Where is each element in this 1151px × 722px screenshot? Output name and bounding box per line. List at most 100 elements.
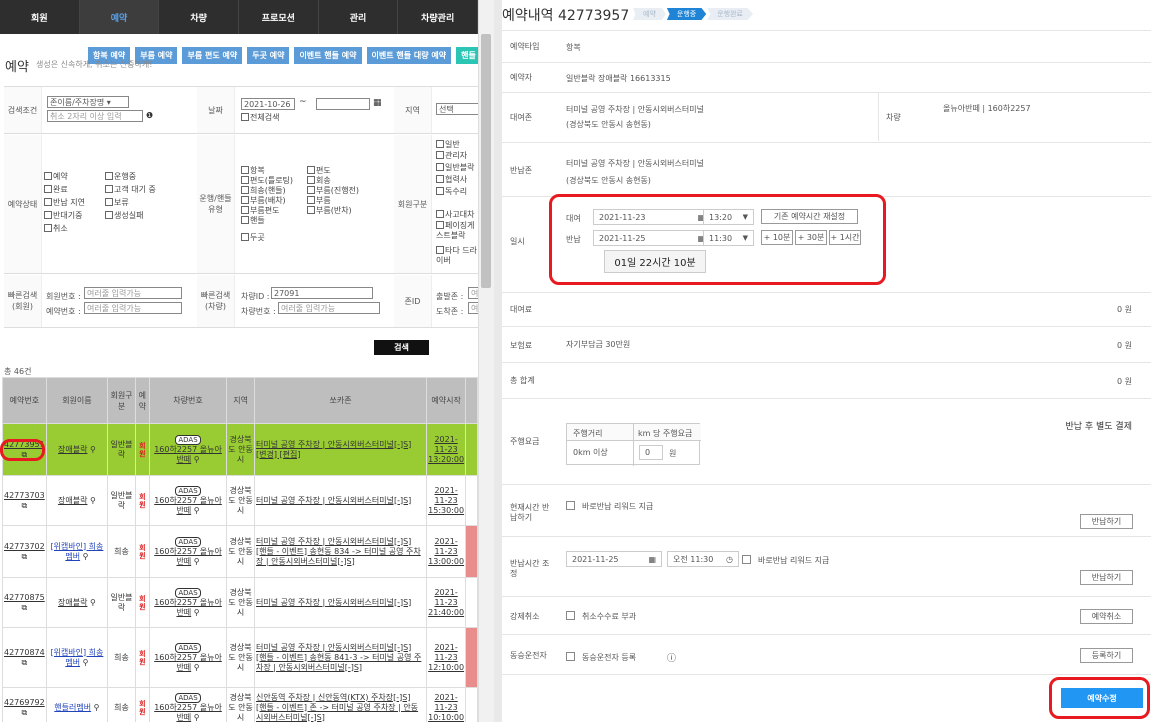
nav-member[interactable]: 회원 (0, 0, 80, 34)
nav-car-admin[interactable]: 차량관리 (398, 0, 478, 34)
search-icon[interactable]: ⚲ (194, 557, 200, 566)
co-driver-checkbox[interactable] (566, 652, 575, 661)
socar-zone[interactable]: 신안동역 주차장 | 신안동역(KTX) 주차장[-]S] [핸들 - 이벤트] … (253, 687, 428, 722)
type-checkbox[interactable]: 두곳 (241, 232, 265, 243)
car-number[interactable]: ADAS 160하2257 올뉴아반떼 ⚲ (148, 525, 228, 578)
member-checkbox[interactable]: 일반블락 (436, 162, 474, 173)
car-number[interactable]: ADAS 160하2257 올뉴아반떼 ⚲ (148, 627, 228, 688)
cancel-reservation-button[interactable]: 예약취소 (1080, 609, 1133, 624)
car-no-input[interactable]: 여러줄 입력가능 (278, 302, 380, 314)
reservation-id-link[interactable]: 42773703 ⧉ (2, 475, 47, 526)
search-icon[interactable]: ⚲ (194, 455, 200, 464)
table-row[interactable]: 42769792 ⧉ 핸들러멤버 ⚲ 희송 회원 ADAS 160하2257 올뉴아반떼 ⚲… (2, 687, 478, 722)
status-checkbox[interactable]: 운행중 (105, 171, 136, 182)
table-row[interactable]: 42773951 ⧉ 장애블락 ⚲ 일반블락 회원 ADAS 160하2257 올뉴아반떼 … (2, 423, 478, 476)
cond-input[interactable]: 취소 2자리 이상 입력 (47, 110, 143, 122)
status-checkbox[interactable]: 생성실패 (105, 210, 143, 221)
search-icon[interactable]: ⚲ (194, 713, 200, 722)
external-link-icon[interactable]: ⧉ (22, 552, 28, 561)
status-checkbox[interactable]: 예약 (44, 171, 68, 182)
adjust-date-input[interactable]: 2021-11-25 ▦ (566, 551, 662, 567)
nav-promotion[interactable]: 프로모션 (239, 0, 319, 34)
calendar-icon[interactable]: ▦ (373, 98, 382, 108)
socar-zone[interactable]: 터미널 공영 주차장 | 안동시외버스터미널[-]S] [핸들 - 이벤트] 송현… (253, 627, 428, 688)
search-icon[interactable]: ⚲ (90, 496, 96, 505)
drive-fee-input[interactable]: 0 (639, 445, 663, 460)
search-icon[interactable]: ⚲ (83, 552, 89, 561)
reservation-id-link[interactable]: 42770874 ⧉ (2, 627, 47, 688)
status-checkbox[interactable]: 보류 (105, 197, 129, 208)
arr-zone-input[interactable]: 여러 (468, 302, 478, 314)
call-oneway-reservation-button[interactable]: 부름 편도 예약 (182, 47, 243, 64)
external-link-icon[interactable]: ⧉ (22, 658, 28, 667)
clock-icon[interactable]: ◷ (726, 555, 733, 564)
member-checkbox[interactable]: 사고대차 (436, 209, 474, 220)
region-select[interactable]: 선택 (436, 103, 478, 115)
cancel-fee-checkbox[interactable] (566, 611, 575, 620)
scrollbar-thumb[interactable] (481, 34, 491, 288)
status-checkbox[interactable]: 완료 (44, 184, 68, 195)
type-checkbox[interactable]: 핸들 (241, 215, 265, 226)
table-row[interactable]: 42773703 ⧉ 장애블락 ⚲ 일반블락 회원 ADAS 160하2257 올뉴아반떼 … (2, 475, 478, 526)
type-checkbox[interactable]: 부름(반차) (307, 205, 352, 216)
car-number[interactable]: ADAS 160하2257 올뉴아반떼 ⚲ (148, 423, 228, 476)
member-name[interactable]: 장애블락 ⚲ (45, 577, 109, 628)
cond-select[interactable]: 존이름/주차장명 ▾ (47, 96, 129, 108)
member-name[interactable]: 장애블락 ⚲ (45, 475, 109, 526)
car-id-input[interactable]: 27091 (271, 287, 373, 299)
two-place-reservation-button[interactable]: 두곳 예약 (247, 47, 290, 64)
car-number[interactable]: ADAS 160하2257 올뉴아반떼 ⚲ (148, 475, 228, 526)
return-now-button[interactable]: 반납하기 (1080, 514, 1133, 529)
status-checkbox[interactable]: 반납 지연 (44, 197, 85, 208)
handle-button[interactable]: 핸들 (456, 47, 478, 64)
reward-checkbox[interactable] (566, 501, 575, 510)
adjust-time-input[interactable]: 오전 11:30 ◷ (667, 551, 739, 567)
date-from[interactable]: 2021-10-26 (241, 98, 295, 110)
register-co-driver-button[interactable]: 등록하기 (1080, 648, 1133, 663)
socar-zone[interactable]: 터미널 공영 주차장 | 안동시외버스터미널[-]S] (253, 577, 428, 628)
member-checkbox[interactable]: 관리자 (436, 150, 467, 161)
member-checkbox[interactable]: 일반 (436, 139, 460, 150)
all-search-checkbox[interactable]: 전체검색 (241, 112, 279, 123)
socar-zone[interactable]: 터미널 공영 주차장 | 안동시외버스터미널[-]S] [핸들 - 이벤트] 송현… (253, 525, 428, 578)
help-icon[interactable]: ⓘ (667, 651, 676, 664)
search-icon[interactable]: ⚲ (90, 445, 96, 454)
search-button[interactable]: 검색 (374, 340, 429, 355)
status-checkbox[interactable]: 고객 대기 중 (105, 184, 156, 195)
external-link-icon[interactable]: ⧉ (22, 708, 28, 717)
nav-car[interactable]: 차량 (159, 0, 240, 34)
search-icon[interactable]: ⚲ (194, 663, 200, 672)
member-checkbox[interactable]: 독수리 (436, 186, 467, 197)
member-checkbox[interactable]: 타다 드라이버 (436, 246, 478, 266)
adjust-reward-checkbox[interactable] (742, 555, 751, 564)
event-handle-bulk-button[interactable]: 이벤트 핸들 대량 예약 (366, 47, 452, 64)
search-icon[interactable]: ⚲ (194, 506, 200, 515)
member-name[interactable]: 핸들러멤버 ⚲ (45, 687, 109, 722)
car-number[interactable]: ADAS 160하2257 올뉴아반떼 ⚲ (148, 577, 228, 628)
member-no-input[interactable]: 여러줄 입력가능 (84, 287, 182, 299)
status-checkbox[interactable]: 반대기중 (44, 210, 82, 221)
search-icon[interactable]: ⚲ (94, 703, 100, 712)
search-icon[interactable]: ⚲ (83, 658, 89, 667)
res-no-input[interactable]: 여러줄 입력가능 (84, 302, 182, 314)
adjust-return-button[interactable]: 반납하기 (1080, 570, 1133, 585)
dep-zone-input[interactable]: 여러 (468, 287, 478, 299)
calendar-icon[interactable]: ▦ (648, 555, 656, 564)
socar-zone[interactable]: 터미널 공영 주차장 | 안동시외버스터미널[-]S] (253, 475, 428, 526)
nav-reservation[interactable]: 예약 (79, 0, 160, 34)
member-checkbox[interactable]: 협력사 (436, 174, 467, 185)
reservation-id-link[interactable]: 42769792 ⧉ (2, 687, 47, 722)
table-row[interactable]: 42773702 ⧉ [위캡바인] 희송멤버 ⚲ 희송 회원 ADAS 160하2257 올… (2, 525, 478, 578)
search-icon[interactable]: ⚲ (194, 608, 200, 617)
reservation-id-link[interactable]: 42770875 ⧉ (2, 577, 47, 628)
search-icon[interactable]: ⚲ (90, 598, 96, 607)
date-to[interactable] (316, 98, 370, 110)
external-link-icon[interactable]: ⧉ (22, 501, 28, 510)
status-checkbox[interactable]: 취소 (44, 223, 68, 234)
event-handle-reservation-button[interactable]: 이벤트 핸들 예약 (294, 47, 362, 64)
socar-zone[interactable]: 터미널 공영 주차장 | 안동시외버스터미널[-]S] [변경] [편집] (253, 423, 428, 476)
table-row[interactable]: 42770875 ⧉ 장애블락 ⚲ 일반블락 회원 ADAS 160하2257 올뉴아반떼 … (2, 577, 478, 628)
member-name[interactable]: 장애블락 ⚲ (45, 423, 109, 476)
member-name[interactable]: [위캡바인] 희송멤버 ⚲ (45, 525, 109, 578)
member-name[interactable]: [위캡바인] 희송멤버 ⚲ (45, 627, 109, 688)
